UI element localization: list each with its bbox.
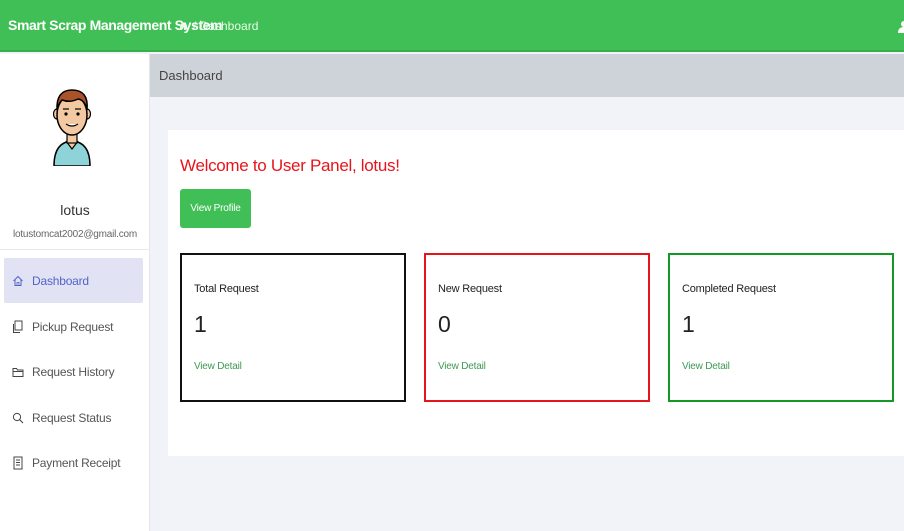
stat-card-new-request: New Request 0 View Detail bbox=[424, 253, 650, 402]
profile-username: lotus bbox=[60, 202, 90, 218]
stat-card-total-request: Total Request 1 View Detail bbox=[180, 253, 406, 402]
files-icon bbox=[12, 320, 24, 334]
view-detail-link[interactable]: View Detail bbox=[194, 361, 242, 372]
top-navbar: Smart Scrap Management System / Dashboar… bbox=[0, 0, 904, 52]
sidebar-item-label: Payment Receipt bbox=[32, 455, 121, 470]
sidebar-item-payment-receipt[interactable]: Payment Receipt bbox=[4, 440, 143, 485]
sidebar-item-label: Pickup Request bbox=[32, 319, 114, 334]
view-detail-link[interactable]: View Detail bbox=[682, 361, 730, 372]
breadcrumb-current: / Dashboard bbox=[193, 19, 259, 33]
search-icon bbox=[12, 411, 24, 425]
stat-label: Completed Request bbox=[682, 283, 776, 295]
breadcrumb: / Dashboard bbox=[178, 19, 258, 33]
avatar bbox=[48, 86, 96, 167]
stat-value: 0 bbox=[438, 311, 451, 337]
folder-icon bbox=[12, 365, 24, 379]
user-icon[interactable] bbox=[898, 20, 904, 33]
view-profile-button[interactable]: View Profile bbox=[180, 189, 251, 228]
sidebar: lotus lotustomcat2002@gmail.com Dashboar… bbox=[0, 54, 150, 531]
sidebar-item-request-history[interactable]: Request History bbox=[4, 349, 143, 394]
home-icon bbox=[12, 274, 24, 288]
view-detail-link[interactable]: View Detail bbox=[438, 361, 486, 372]
welcome-message: Welcome to User Panel, lotus! bbox=[180, 156, 400, 175]
profile-email: lotustomcat2002@gmail.com bbox=[12, 229, 138, 240]
stat-label: New Request bbox=[438, 283, 502, 295]
sidebar-divider bbox=[0, 249, 150, 250]
sidebar-item-label: Request History bbox=[32, 364, 115, 379]
sidebar-item-label: Dashboard bbox=[32, 273, 89, 288]
stat-value: 1 bbox=[194, 311, 207, 337]
receipt-icon bbox=[12, 456, 24, 470]
home-icon[interactable] bbox=[178, 21, 188, 31]
stat-value: 1 bbox=[682, 311, 695, 337]
sidebar-item-pickup-request[interactable]: Pickup Request bbox=[4, 304, 143, 349]
stat-card-completed-request: Completed Request 1 View Detail bbox=[668, 253, 894, 402]
stat-label: Total Request bbox=[194, 283, 259, 295]
sidebar-item-request-status[interactable]: Request Status bbox=[4, 395, 143, 440]
sidebar-item-label: Request Status bbox=[32, 410, 112, 425]
page-header: Dashboard bbox=[150, 54, 904, 97]
page-title: Dashboard bbox=[159, 68, 223, 83]
sidebar-item-dashboard[interactable]: Dashboard bbox=[4, 258, 143, 303]
